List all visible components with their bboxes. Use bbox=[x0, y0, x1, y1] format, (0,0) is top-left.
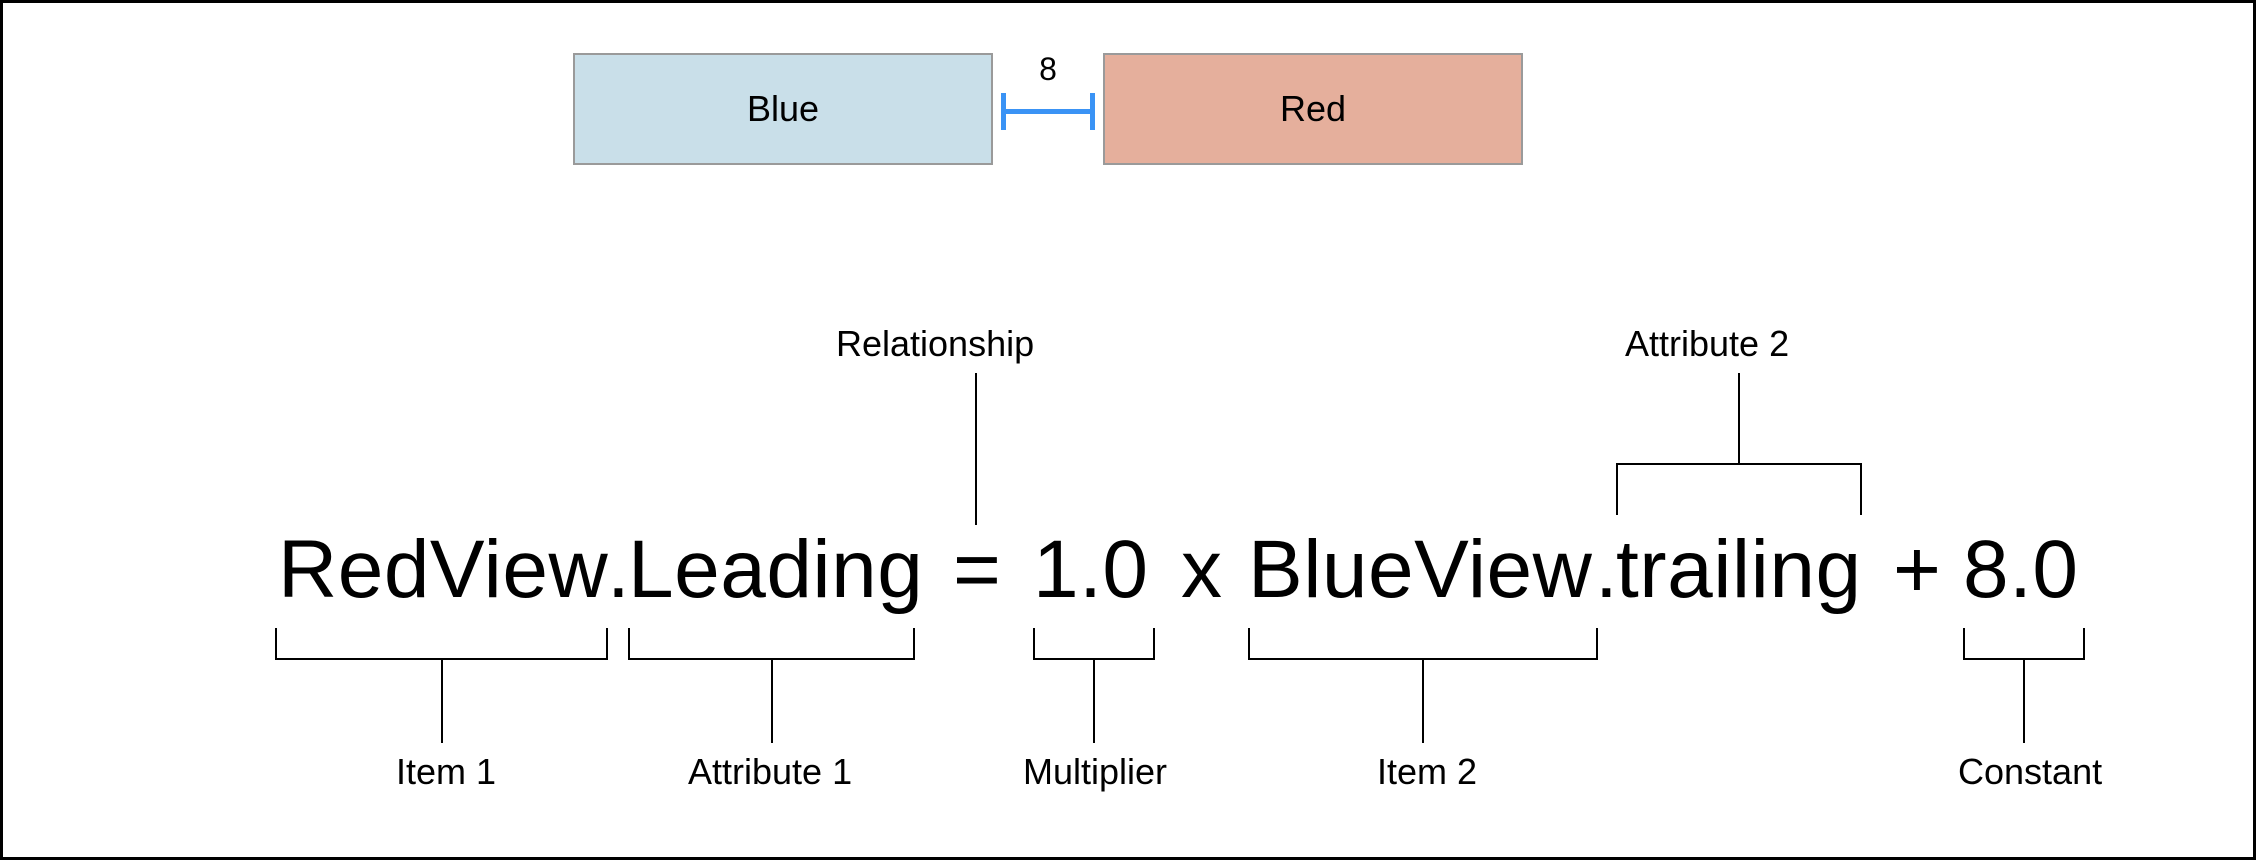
anno-attr2-bracket-right bbox=[1860, 463, 1862, 515]
gap-value: 8 bbox=[1033, 51, 1063, 88]
anno-multiplier: Multiplier bbox=[1023, 751, 1167, 793]
eq-constant: 8.0 bbox=[1963, 523, 2079, 617]
eq-dot1: . bbox=[607, 523, 630, 617]
anno-attribute1: Attribute 1 bbox=[688, 751, 852, 793]
bracket-attr1-right bbox=[913, 628, 915, 658]
anno-item2: Item 2 bbox=[1377, 751, 1477, 793]
bracket-item1-stem bbox=[441, 658, 443, 743]
anno-attr2-bracket-left bbox=[1616, 463, 1618, 515]
anno-relationship-stem bbox=[975, 373, 977, 525]
bracket-attr1-left bbox=[628, 628, 630, 658]
bracket-item2-left bbox=[1248, 628, 1250, 658]
eq-times: x bbox=[1181, 523, 1223, 617]
anno-attribute2: Attribute 2 bbox=[1625, 323, 1789, 365]
dimension-cap-right bbox=[1090, 93, 1095, 130]
bracket-item1-left bbox=[275, 628, 277, 658]
eq-plus: + bbox=[1893, 523, 1941, 617]
eq-attribute1: Leading bbox=[628, 523, 923, 617]
bracket-mult-stem bbox=[1093, 658, 1095, 743]
anno-attr2-stem bbox=[1738, 373, 1740, 463]
red-view-box: Red bbox=[1103, 53, 1523, 165]
dimension-line bbox=[1003, 109, 1093, 114]
red-view-label: Red bbox=[1280, 88, 1346, 130]
eq-item2: BlueView bbox=[1248, 523, 1592, 617]
bracket-attr1-stem bbox=[771, 658, 773, 743]
dimension-cap-left bbox=[1001, 93, 1006, 130]
eq-relationship: = bbox=[953, 523, 1001, 617]
anno-attr2-bracket-top bbox=[1616, 463, 1862, 465]
bracket-const-left bbox=[1963, 628, 1965, 658]
blue-view-box: Blue bbox=[573, 53, 993, 165]
anno-item1: Item 1 bbox=[396, 751, 496, 793]
eq-attribute2: trailing bbox=[1616, 523, 1862, 617]
bracket-mult-right bbox=[1153, 628, 1155, 658]
bracket-const-right bbox=[2083, 628, 2085, 658]
bracket-item1-right bbox=[606, 628, 608, 658]
blue-view-label: Blue bbox=[747, 88, 819, 130]
anno-constant: Constant bbox=[1958, 751, 2102, 793]
bracket-item2-stem bbox=[1422, 658, 1424, 743]
eq-item1: RedView bbox=[278, 523, 608, 617]
eq-multiplier: 1.0 bbox=[1033, 523, 1149, 617]
eq-dot2: . bbox=[1595, 523, 1618, 617]
anno-relationship: Relationship bbox=[836, 323, 1034, 365]
bracket-const-stem bbox=[2023, 658, 2025, 743]
bracket-item2-right bbox=[1596, 628, 1598, 658]
diagram-page: Blue Red 8 RedView . Leading = 1.0 x Blu… bbox=[0, 0, 2256, 860]
bracket-mult-left bbox=[1033, 628, 1035, 658]
